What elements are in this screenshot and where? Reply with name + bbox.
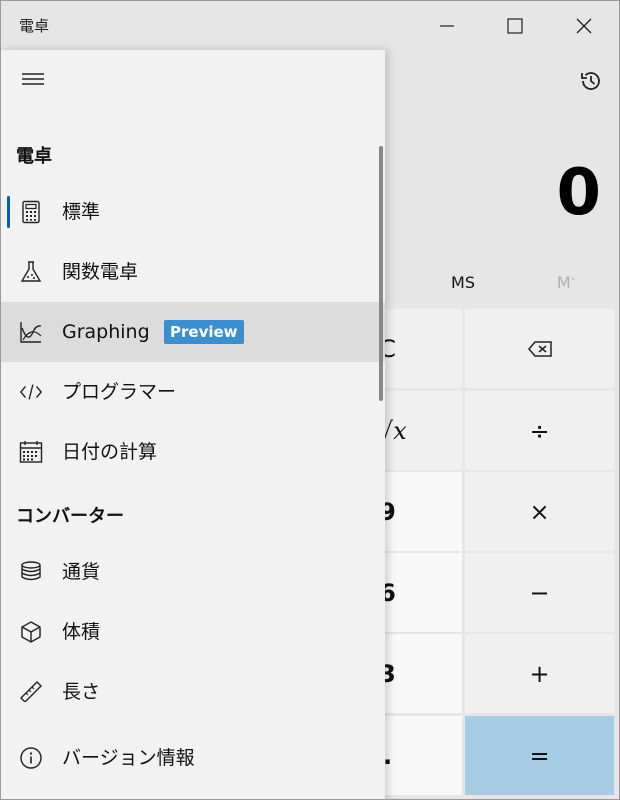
app-title: 電卓 (19, 17, 50, 35)
memory-store-button[interactable]: MS (433, 267, 493, 299)
close-icon (576, 18, 592, 34)
menu-button[interactable] (15, 64, 51, 94)
coins-icon (19, 560, 43, 584)
converter-section-header: コンバーター (16, 506, 124, 527)
preview-badge: Preview (164, 320, 244, 344)
result-display: 0 (556, 156, 601, 230)
backspace-key[interactable] (465, 309, 614, 388)
nav-item-label: プログラマー (62, 381, 177, 403)
nav-item-label: 関数電卓 (62, 261, 139, 283)
close-button[interactable] (550, 1, 618, 51)
history-button[interactable] (573, 63, 609, 99)
nav-item-currency[interactable]: 通貨 (1, 544, 385, 600)
nav-item-label: 体積 (62, 621, 101, 643)
nav-item-about[interactable]: バージョン情報 (1, 730, 385, 786)
minimize-button[interactable] (413, 1, 481, 51)
nav-item-label: 標準 (62, 201, 101, 223)
selection-indicator (7, 196, 10, 228)
chevron-down-icon: ˅ (570, 278, 576, 288)
maximize-icon (507, 18, 523, 34)
plus-key[interactable]: + (465, 634, 614, 713)
memory-view-button[interactable]: M˅ (536, 267, 596, 299)
hamburger-icon (22, 73, 44, 85)
history-icon (581, 72, 600, 90)
flask-icon (19, 260, 43, 284)
graph-icon (19, 320, 43, 344)
ruler-icon (19, 680, 43, 702)
nav-item-label: 通貨 (62, 561, 101, 583)
nav-item-label: 日付の計算 (62, 441, 158, 463)
nav-item-label: Graphing (62, 321, 150, 343)
nav-scrollbar[interactable] (379, 146, 383, 401)
code-icon (19, 380, 43, 404)
navigation-pane: 電卓 標準 関数電卓 Graphing Preview プログラマー 日付の計算… (1, 50, 385, 799)
minus-key[interactable]: − (465, 553, 614, 632)
backspace-icon (527, 340, 552, 357)
calculator-icon (19, 200, 43, 224)
divide-key[interactable]: ÷ (465, 391, 614, 470)
info-icon (19, 746, 43, 770)
calculator-section-header: 電卓 (16, 146, 52, 167)
nav-item-scientific[interactable]: 関数電卓 (1, 244, 385, 300)
nav-item-length[interactable]: 長さ (1, 664, 385, 702)
memory-view-label: M (556, 273, 571, 292)
calculator-window: 電卓 0 MS M˅ C ²√x ÷ 9 × 6 − 3 + . = 電卓 標準… (0, 0, 620, 800)
nav-item-programmer[interactable]: プログラマー (1, 364, 385, 420)
nav-item-date-calculation[interactable]: 日付の計算 (1, 424, 385, 480)
calendar-icon (19, 440, 43, 464)
cube-icon (19, 620, 43, 644)
nav-item-label: 長さ (62, 681, 101, 702)
maximize-button[interactable] (481, 1, 549, 51)
title-bar: 電卓 (1, 1, 619, 51)
multiply-key[interactable]: × (465, 472, 614, 551)
nav-item-volume[interactable]: 体積 (1, 604, 385, 660)
nav-item-label: バージョン情報 (62, 747, 195, 769)
equals-key[interactable]: = (465, 716, 614, 795)
nav-item-standard[interactable]: 標準 (1, 184, 385, 240)
minimize-icon (440, 25, 454, 27)
nav-item-graphing[interactable]: Graphing Preview (1, 302, 385, 362)
